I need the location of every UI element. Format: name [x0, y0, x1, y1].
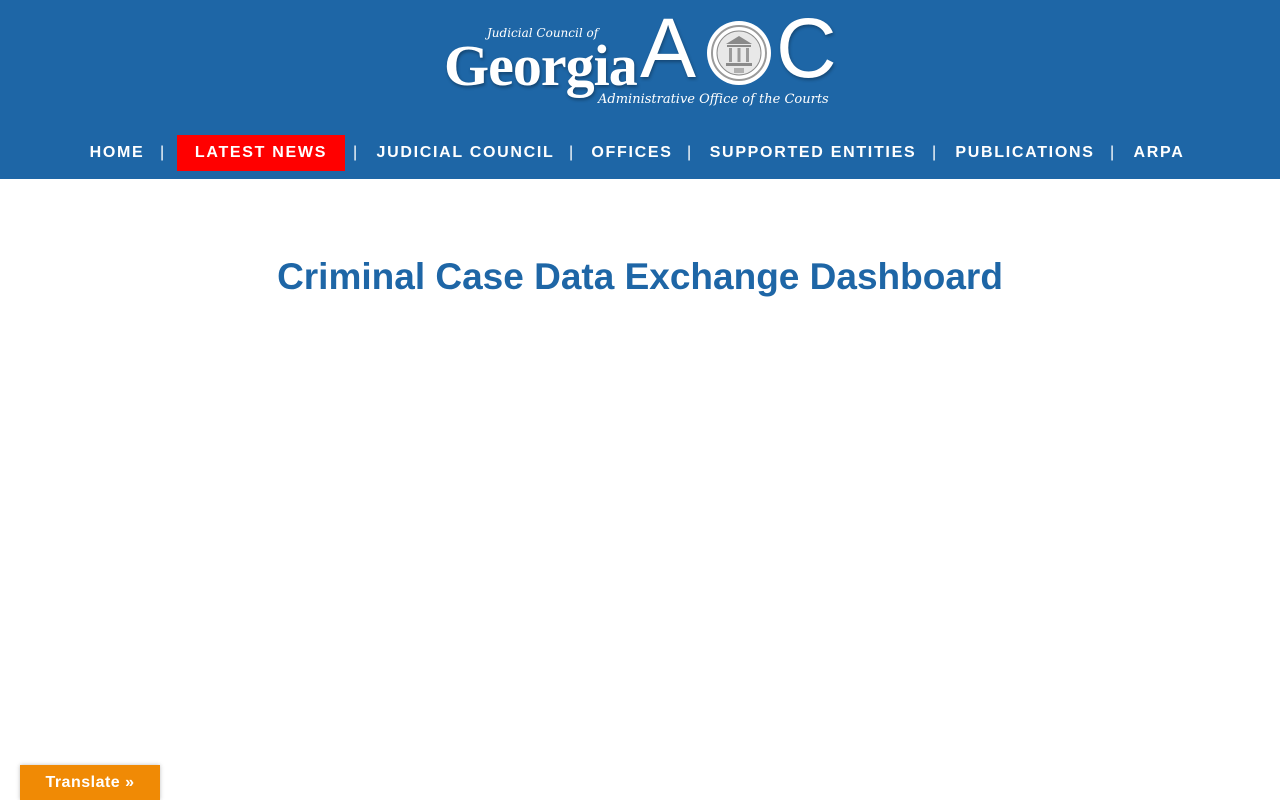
nav-publications[interactable]: PUBLICATIONS: [947, 135, 1103, 171]
logo-georgia-text: Georgia: [444, 33, 638, 98]
nav-offices[interactable]: OFFICES: [584, 135, 680, 171]
nav-arpa[interactable]: ARPA: [1126, 135, 1192, 171]
nav-separator: |: [687, 144, 692, 161]
nav-judicial-council[interactable]: JUDICIAL COUNCIL: [368, 135, 563, 171]
nav-home[interactable]: HOME: [80, 135, 154, 171]
site-logo-link[interactable]: Judicial Council of Georgia A C Administ…: [440, 6, 840, 114]
main-navigation: HOME | LATEST NEWS | JUDICIAL COUNCIL | …: [0, 135, 1280, 173]
nav-latest-news[interactable]: LATEST NEWS: [177, 135, 345, 171]
nav-separator: |: [160, 144, 165, 161]
logo-a-letter: A: [640, 1, 697, 95]
nav-separator: |: [353, 144, 358, 161]
nav-separator: |: [569, 144, 574, 161]
translate-button[interactable]: Translate »: [20, 765, 160, 800]
nav-separator: |: [1110, 144, 1115, 161]
nav-supported-entities[interactable]: SUPPORTED ENTITIES: [702, 135, 924, 171]
logo-c-letter: C: [776, 1, 837, 95]
nav-separator: |: [932, 144, 937, 161]
georgia-seal-icon: [707, 21, 771, 85]
page-title: Criminal Case Data Exchange Dashboard: [277, 256, 1003, 297]
site-header: Judicial Council of Georgia A C Administ…: [0, 0, 1280, 179]
logo-tagline: Administrative Office of the Courts: [598, 92, 829, 107]
logo-aoc-mark: A C: [640, 6, 840, 94]
